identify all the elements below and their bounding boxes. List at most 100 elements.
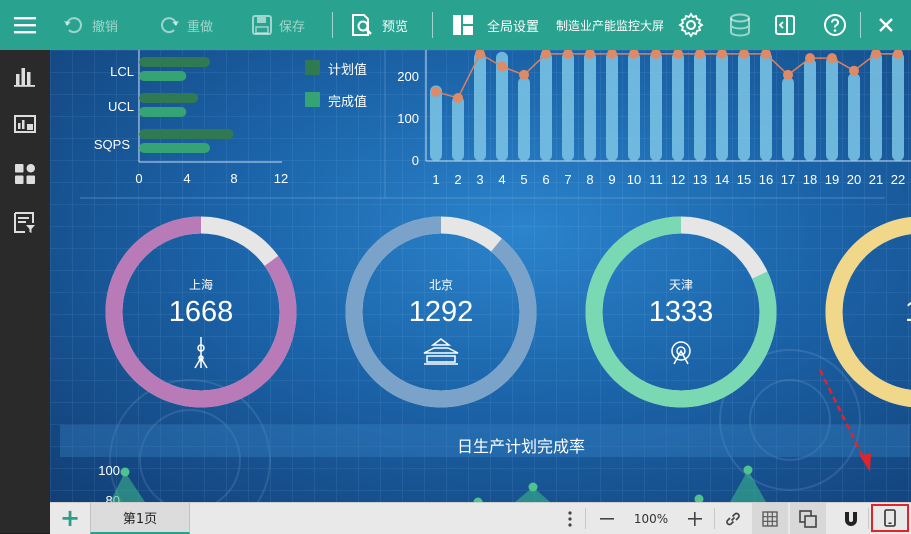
x-tick-label: 7 bbox=[564, 172, 571, 187]
save-label: 保存 bbox=[279, 19, 306, 35]
bar bbox=[562, 51, 574, 161]
zoom-level[interactable]: 100% bbox=[630, 503, 672, 534]
bar bbox=[474, 51, 486, 161]
bar bbox=[782, 77, 794, 161]
menu-button[interactable] bbox=[14, 0, 36, 50]
bar bbox=[628, 51, 640, 161]
bar-actual bbox=[139, 107, 187, 117]
document-title[interactable]: 制造业产能监控大屏 bbox=[556, 0, 668, 50]
donut-label-shanghai: 上海 1668 bbox=[161, 276, 241, 329]
x-tick-label: 6 bbox=[542, 172, 549, 187]
grid-icon bbox=[762, 510, 778, 527]
gear-icon bbox=[678, 12, 704, 38]
widgets-icon[interactable] bbox=[13, 162, 37, 186]
bar bbox=[826, 56, 838, 161]
x-tick-label: 11 bbox=[649, 172, 663, 187]
donut-label-beijing: 北京 1292 bbox=[401, 276, 481, 329]
bar bbox=[694, 51, 706, 161]
preview-button[interactable]: 预览 bbox=[350, 0, 408, 50]
data-point bbox=[743, 465, 753, 475]
dashboard-canvas[interactable]: LCL UCL SQPS 0 4 8 12 计划值 完成值 200 100 0 … bbox=[50, 50, 911, 502]
report-chart-icon[interactable] bbox=[13, 112, 37, 136]
toolbar-divider bbox=[332, 12, 333, 38]
x-tick-label: 14 bbox=[715, 172, 729, 187]
oriental-pearl-tower-icon bbox=[194, 337, 208, 369]
y-tick-label: 0 bbox=[412, 153, 419, 168]
gear-button[interactable] bbox=[678, 0, 704, 50]
save-button[interactable]: 保存 bbox=[251, 0, 305, 50]
undo-label: 撤销 bbox=[92, 19, 119, 35]
bar bbox=[672, 51, 684, 161]
zoom-in-button[interactable] bbox=[680, 503, 710, 534]
city-value: 1333 bbox=[648, 296, 714, 328]
line-point bbox=[519, 69, 529, 80]
x-tick-label: 22 bbox=[891, 172, 905, 187]
x-tick-label: 17 bbox=[781, 172, 795, 187]
undo-icon bbox=[64, 17, 82, 34]
bar bbox=[760, 51, 772, 161]
filter-form-icon[interactable] bbox=[13, 211, 37, 235]
x-tick-label: 8 bbox=[586, 172, 593, 187]
x-tick-label: 13 bbox=[693, 172, 707, 187]
bar bbox=[870, 51, 882, 161]
mobile-phone-icon bbox=[884, 509, 896, 527]
link-icon bbox=[726, 512, 740, 525]
x-tick-label: 20 bbox=[847, 172, 861, 187]
more-options-button[interactable] bbox=[562, 503, 578, 534]
page-tab-1[interactable]: 第1页 bbox=[90, 503, 190, 534]
redo-button[interactable]: 重做 bbox=[157, 0, 213, 50]
top-toolbar: 撤销 重做 保存 预览 全局设置 制造业产能监控大屏 bbox=[0, 0, 911, 50]
y-tick-label: 100 bbox=[397, 111, 419, 126]
bar bbox=[540, 51, 552, 161]
statusbar-divider bbox=[585, 508, 586, 529]
x-tick-label: 8 bbox=[230, 171, 237, 186]
ferris-wheel-icon bbox=[671, 341, 691, 365]
close-button[interactable] bbox=[878, 0, 894, 50]
bar-plan bbox=[139, 57, 210, 67]
legend-label-plan: 计划值 bbox=[328, 62, 367, 77]
page-tab-label: 第1页 bbox=[122, 512, 158, 527]
panel-toggle-button[interactable] bbox=[775, 0, 795, 50]
statusbar-divider bbox=[868, 508, 869, 529]
close-icon bbox=[879, 18, 893, 32]
redo-icon bbox=[161, 17, 179, 34]
global-settings-label: 全局设置 bbox=[487, 19, 540, 35]
redo-label: 重做 bbox=[187, 19, 214, 35]
legend-label-actual: 完成值 bbox=[328, 94, 367, 109]
layer-toggle-button[interactable] bbox=[790, 503, 826, 534]
y-tick-label: 100 bbox=[98, 463, 120, 478]
mobile-preview-button[interactable] bbox=[871, 504, 909, 532]
x-tick-label: 2 bbox=[454, 172, 461, 187]
x-tick-label: 15 bbox=[737, 172, 751, 187]
layout-icon bbox=[453, 15, 473, 35]
statusbar-divider bbox=[714, 508, 715, 529]
zoom-out-button[interactable] bbox=[592, 503, 622, 534]
bar-chart-icon[interactable] bbox=[13, 64, 37, 88]
bottom-chart-title: 日生产计划完成率 bbox=[457, 438, 585, 456]
bar bbox=[716, 51, 728, 161]
x-tick-label: 21 bbox=[869, 172, 883, 187]
x-tick-label: 0 bbox=[135, 171, 142, 186]
x-tick-label: 10 bbox=[627, 172, 641, 187]
temple-of-heaven-icon bbox=[423, 338, 459, 365]
undo-button[interactable]: 撤销 bbox=[62, 0, 118, 50]
menu-icon bbox=[14, 17, 36, 34]
bar bbox=[518, 77, 530, 161]
save-icon bbox=[252, 15, 272, 35]
bar bbox=[848, 72, 860, 161]
city-name: 北京 bbox=[428, 278, 453, 292]
grid-toggle-button[interactable] bbox=[752, 503, 788, 534]
bar bbox=[738, 51, 750, 161]
add-page-button[interactable]: + bbox=[60, 506, 80, 530]
help-button[interactable] bbox=[823, 0, 847, 50]
minus-icon bbox=[600, 517, 614, 520]
x-tick-label: 12 bbox=[274, 171, 288, 186]
x-tick-label: 4 bbox=[498, 172, 505, 187]
link-button[interactable] bbox=[718, 503, 748, 534]
x-tick-label: 4 bbox=[183, 171, 190, 186]
global-settings-button[interactable]: 全局设置 bbox=[453, 0, 539, 50]
datasource-button[interactable] bbox=[729, 0, 751, 50]
bar bbox=[452, 95, 464, 161]
more-vertical-icon bbox=[568, 510, 572, 527]
snap-magnet-button[interactable] bbox=[836, 503, 866, 534]
